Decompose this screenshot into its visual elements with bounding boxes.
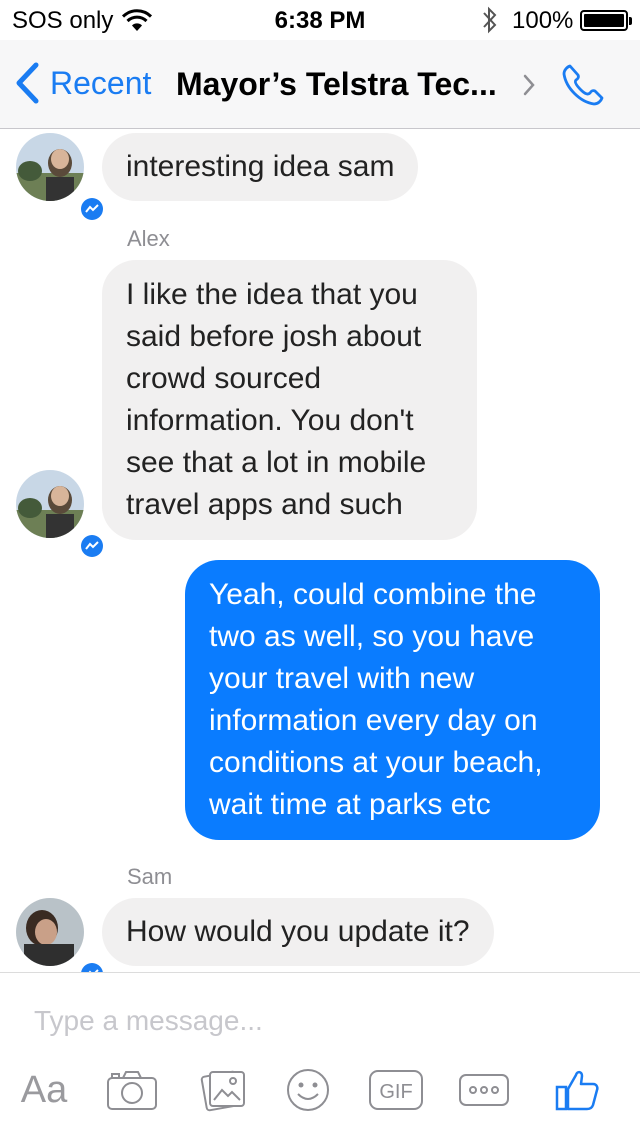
gif-icon: GIF (369, 1070, 423, 1110)
message-line: I like the idea that you (126, 278, 418, 311)
message-line: How would you update it? (126, 915, 470, 948)
message-bubble-incoming[interactable]: How would you update it? (102, 898, 494, 966)
avatar-photo (16, 898, 84, 966)
message-bubble-incoming[interactable]: interesting idea sam (102, 133, 419, 201)
camera-icon (107, 1071, 157, 1110)
sender-name: Alex (127, 226, 170, 251)
avatar-photo (16, 470, 84, 538)
bluetooth-icon (480, 5, 500, 42)
composer: Type a message... Aa GIF (0, 972, 640, 1136)
smiley-icon (287, 1069, 329, 1111)
message-bubble-outgoing[interactable]: Yeah, could combine the two as well, so … (185, 560, 600, 840)
phone-call-icon[interactable] (560, 62, 606, 113)
battery-icon (580, 10, 632, 31)
avatar-photo (16, 133, 84, 201)
text-format-button[interactable]: Aa (16, 1065, 72, 1115)
photos-button[interactable] (200, 1065, 248, 1115)
avatar-sam[interactable] (16, 898, 106, 972)
chevron-right-icon[interactable] (522, 73, 536, 102)
message-thread[interactable]: interesting idea sam Alex I like the ide… (0, 129, 640, 972)
back-button[interactable]: Recent (14, 62, 151, 104)
message-line: wait time at parks etc (209, 788, 491, 821)
emoji-button[interactable] (284, 1065, 332, 1115)
message-line: two as well, so you have (209, 620, 535, 653)
message-line: conditions at your beach, (209, 746, 543, 779)
conversation-title[interactable]: Mayor’s Telstra Tec... (176, 66, 497, 103)
battery-percent: 100% (512, 7, 574, 34)
status-bar: SOS only 6:38 PM 100% (0, 0, 640, 40)
more-button[interactable] (458, 1065, 510, 1115)
messenger-badge-icon (78, 960, 106, 972)
message-line: crowd sourced (126, 362, 322, 395)
nav-bar: Recent Mayor’s Telstra Tec... (0, 40, 640, 129)
photo-icon (200, 1070, 245, 1112)
avatar-alex[interactable] (16, 470, 106, 560)
message-input[interactable]: Type a message... (34, 1005, 263, 1037)
avatar-alex[interactable] (16, 133, 106, 223)
messenger-badge-icon (78, 532, 106, 560)
gif-button[interactable]: GIF (368, 1065, 424, 1115)
message-line: Yeah, could combine the (209, 578, 537, 611)
message-line: travel apps and such (126, 488, 403, 521)
more-icon (459, 1074, 509, 1106)
message-line: interesting idea sam (126, 150, 395, 183)
thumbs-up-icon (555, 1070, 599, 1111)
sender-name: Sam (127, 864, 173, 889)
message-line: information every day on (209, 704, 538, 737)
composer-toolbar: Aa GIF (0, 1065, 640, 1115)
chevron-left-icon (16, 62, 39, 104)
message-line: see that a lot in mobile (126, 446, 427, 479)
camera-button[interactable] (106, 1065, 158, 1115)
message-bubble-incoming[interactable]: I like the idea that you said before jos… (102, 260, 477, 540)
message-line: information. You don't (126, 404, 414, 437)
message-line: said before josh about (126, 320, 422, 353)
back-label: Recent (50, 64, 152, 101)
messenger-badge-icon (78, 195, 106, 223)
like-button[interactable] (554, 1065, 602, 1115)
gif-label: GIF (379, 1081, 412, 1103)
aa-label: Aa (20, 1068, 68, 1111)
message-line: your travel with new (209, 662, 475, 695)
